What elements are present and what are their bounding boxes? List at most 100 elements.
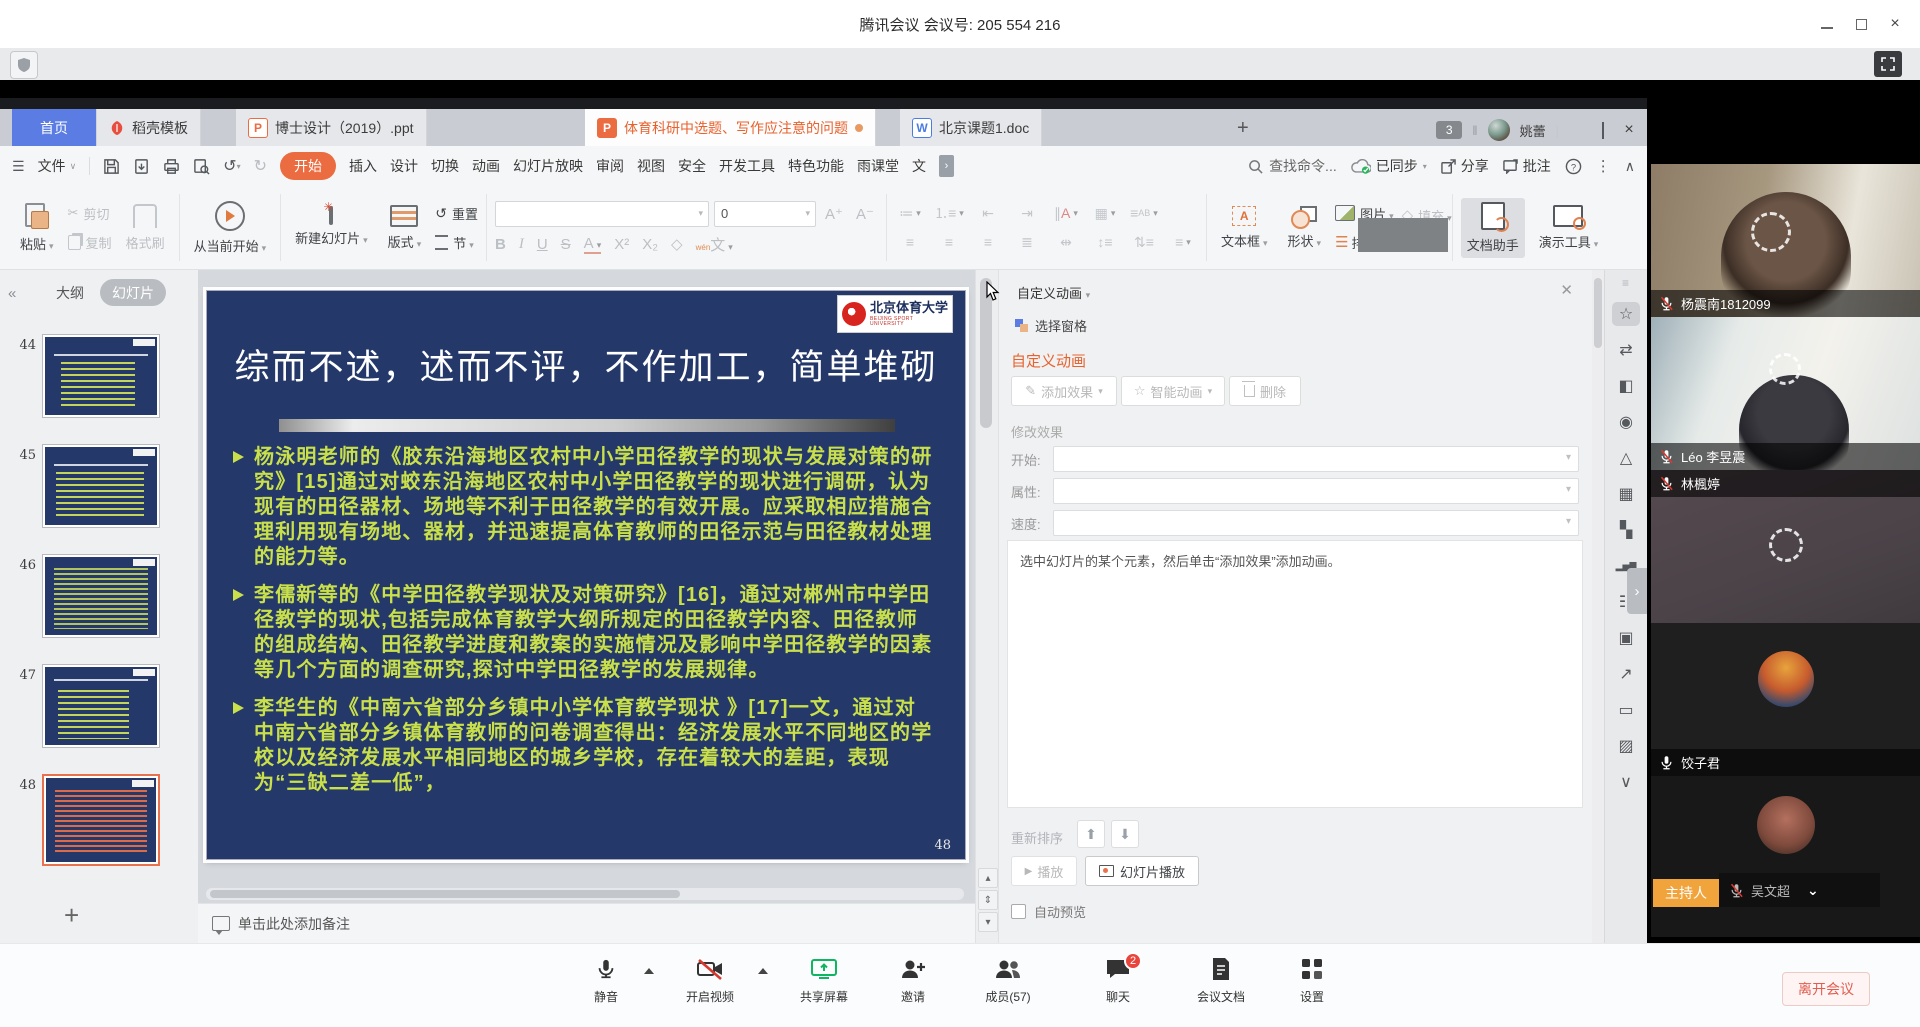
maximize-button[interactable] [1852, 16, 1870, 32]
sidebar-transition-icon[interactable]: ⇄ [1612, 338, 1640, 362]
mic-options-icon[interactable] [644, 968, 654, 974]
save-icon[interactable] [103, 158, 120, 175]
menu-slideshow[interactable]: 幻灯片放映 [513, 156, 583, 176]
sidebar-badge-icon[interactable]: ◉ [1612, 410, 1640, 434]
slide-thumbnail-45[interactable] [42, 444, 160, 528]
tab-home[interactable]: 首页 [12, 109, 97, 146]
move-up-button[interactable]: ⬆ [1077, 820, 1105, 848]
font-color-button[interactable]: A [584, 235, 602, 254]
chat-button[interactable]: 聊天 [1076, 956, 1160, 1005]
members-button[interactable]: 成员(57) [966, 956, 1050, 1005]
sidebar-picture-icon[interactable]: ▨ [1612, 734, 1640, 758]
participant-tile[interactable]: 杨震南1812099 [1651, 164, 1920, 317]
find-command[interactable]: 查找命令... [1248, 156, 1337, 176]
slide-thumbnail-44[interactable] [42, 334, 160, 418]
prev-next-slide-icon[interactable]: ⇕ [978, 890, 998, 910]
slide-canvas[interactable]: 北京体育大学BEIJING SPORT UNIVERSITY 综而不述，述而不评… [198, 270, 975, 943]
panel-title[interactable]: 自定义动画 ▾ [1017, 283, 1090, 302]
border-icon[interactable]: ▦ [1090, 202, 1120, 224]
minimize-button[interactable] [1818, 16, 1836, 32]
panel-expander-icon[interactable]: › [1627, 568, 1647, 614]
participant-tile[interactable]: Léo 李昱震 [1651, 317, 1920, 470]
increase-font-icon[interactable]: A⁺ [821, 205, 847, 223]
presentation-tools-button[interactable]: 演示工具 [1533, 201, 1605, 255]
subscript-button[interactable]: X₂ [642, 236, 658, 253]
underline-button[interactable]: U [537, 236, 548, 253]
play-button[interactable]: ▶播放 [1011, 856, 1077, 886]
tab-outline[interactable]: 大纲 [56, 283, 84, 303]
tab-slides[interactable]: 幻灯片 [100, 279, 166, 306]
sidebar-material-box-icon[interactable]: ▭ [1612, 698, 1640, 722]
scroll-up-icon[interactable]: ▴ [978, 868, 998, 888]
comment-button[interactable]: 批注 [1503, 156, 1551, 176]
settings-button[interactable]: 设置 [1270, 956, 1354, 1005]
start-video-button[interactable]: 开启视频 [668, 956, 752, 1005]
menu-review[interactable]: 审阅 [596, 156, 624, 176]
participant-tile[interactable]: 吴文超 主持人 ⌄ [1651, 776, 1920, 937]
add-effect-button[interactable]: ✎添加效果▾ [1011, 376, 1117, 406]
horizontal-scrollbar[interactable] [206, 888, 964, 900]
copy-button[interactable]: 复制 [68, 233, 112, 252]
italic-button[interactable]: I [519, 236, 524, 253]
spacing-options-icon[interactable]: ≡ [1168, 231, 1198, 253]
new-slide-button[interactable]: ✳ 新建幻灯片 [289, 204, 374, 251]
drag-handle-icon[interactable]: ≡ [1622, 276, 1630, 290]
bullet-list-icon[interactable]: ≔ [895, 202, 925, 224]
font-name-select[interactable] [495, 201, 709, 227]
tab-active-ppt[interactable]: P 体育科研中选题、写作应注意的问题 [585, 109, 876, 146]
align-right-icon[interactable]: ≡ [973, 231, 1003, 253]
doc-assistant-button[interactable]: 文档助手 [1461, 198, 1525, 258]
slide-thumbnail-47[interactable] [42, 664, 160, 748]
print-preview-icon[interactable] [193, 158, 210, 175]
clear-format-icon[interactable]: ◇ [671, 235, 683, 253]
menu-rain-classroom[interactable]: 雨课堂 [857, 156, 899, 176]
tab-count-badge[interactable]: 3 [1436, 121, 1462, 139]
collapse-ribbon-icon[interactable]: ∧ [1625, 158, 1635, 175]
menu-transition[interactable]: 切换 [431, 156, 459, 176]
video-options-icon[interactable] [758, 968, 768, 974]
notes-bar[interactable]: 单击此处添加备注 [198, 903, 975, 943]
sidebar-3d-icon[interactable]: △ [1612, 446, 1640, 470]
slide-thumbnail-46[interactable] [42, 554, 160, 638]
section-button[interactable]: 节 [435, 233, 478, 252]
speed-select[interactable] [1053, 510, 1579, 536]
paste-button[interactable]: 粘贴 [14, 199, 60, 257]
participant-tile[interactable]: 饺子君 [1651, 623, 1920, 776]
user-avatar[interactable] [1488, 119, 1510, 141]
menu-file[interactable]: 文件∨ [38, 156, 77, 176]
cut-button[interactable]: ✂剪切 [68, 204, 112, 223]
user-name[interactable]: 姚蕾 [1520, 121, 1546, 140]
more-menu-icon[interactable]: ⋮ [1596, 157, 1611, 175]
undo-icon[interactable]: ↺▾ [223, 156, 240, 176]
menu-scroll-right-icon[interactable]: › [939, 155, 954, 177]
output-icon[interactable] [133, 158, 150, 175]
menu-special[interactable]: 特色功能 [788, 156, 844, 176]
delete-effect-button[interactable]: 删除 [1229, 376, 1301, 406]
panel-scrollbar[interactable] [1592, 270, 1604, 943]
increase-indent-icon[interactable]: ⇥ [1012, 202, 1042, 224]
print-icon[interactable] [163, 158, 180, 175]
decrease-font-icon[interactable]: A⁻ [852, 205, 878, 223]
menu-security[interactable]: 安全 [678, 156, 706, 176]
slide-thumbnail-48-active[interactable] [42, 774, 160, 866]
distribute-icon[interactable]: ⇹ [1051, 231, 1081, 253]
bold-button[interactable]: B [495, 236, 506, 253]
leave-meeting-button[interactable]: 离开会议 [1782, 972, 1870, 1006]
layout-button[interactable]: 版式 [382, 201, 428, 255]
font-size-select[interactable]: 0 [714, 201, 816, 227]
animation-list-area[interactable]: 选中幻灯片的某个元素，然后单击“添加效果”添加动画。 [1007, 540, 1583, 808]
tab-ppt-doc[interactable]: P 博士设计（2019）.ppt [236, 109, 427, 146]
share-button[interactable]: 分享 [1441, 156, 1489, 176]
collapse-video-chevron-icon[interactable]: ⌄ [1807, 882, 1819, 899]
tab-word-doc[interactable]: W 北京课题1.doc [900, 109, 1042, 146]
vertical-scrollbar[interactable]: ▴ ⇕ ▾ [975, 270, 999, 943]
sidebar-more-icon[interactable]: ∨ [1612, 770, 1640, 794]
participant-tile[interactable]: 林楓婷 [1651, 470, 1920, 623]
align-left-icon[interactable]: ≡ [895, 231, 925, 253]
menu-start[interactable]: 开始 [280, 152, 336, 180]
decrease-indent-icon[interactable]: ⇤ [973, 202, 1003, 224]
menu-design[interactable]: 设计 [390, 156, 418, 176]
menu-insert[interactable]: 插入 [349, 156, 377, 176]
tab-docer-templates[interactable]: 稻壳模板 [97, 109, 201, 146]
sidebar-layout-icon[interactable]: ▚ [1612, 518, 1640, 542]
